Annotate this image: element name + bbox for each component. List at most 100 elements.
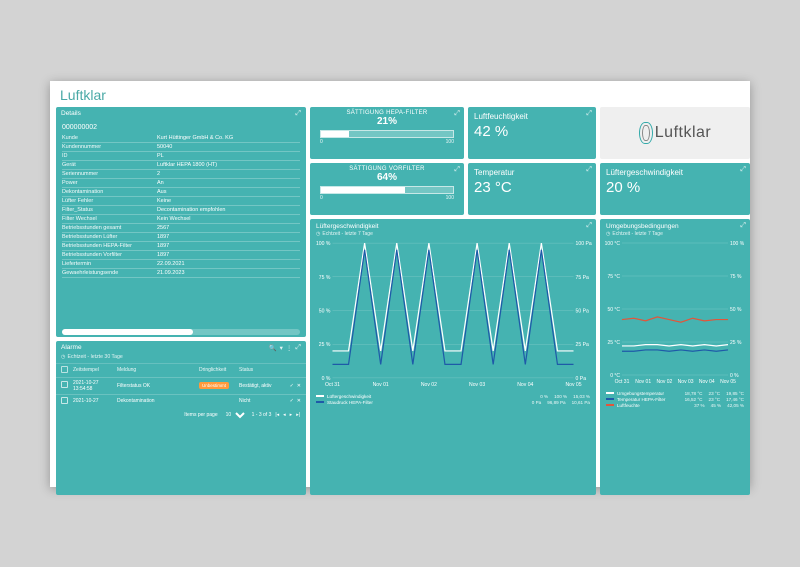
expand-icon[interactable]: ⤢: [454, 166, 460, 174]
page-size-select[interactable]: 10: [222, 411, 248, 419]
hepa-saturation-gauge: ⤢ SÄTTIGUNG HEPA-FILTER 21% 0100: [310, 107, 464, 159]
filter-icon[interactable]: ▾: [280, 344, 283, 352]
prefilter-saturation-gauge: ⤢ SÄTTIGUNG VORFILTER 64% 0100: [310, 163, 464, 215]
row-checkbox[interactable]: [61, 381, 68, 388]
details-row: Betriebsstunden Vorfilter1897: [62, 251, 300, 260]
expand-icon[interactable]: ⤢: [454, 110, 460, 118]
dismiss-icon[interactable]: ✕: [297, 398, 301, 404]
clock-icon: ◷: [606, 231, 610, 237]
kpi-value: 20 %: [600, 177, 750, 196]
svg-text:25 Pa: 25 Pa: [576, 342, 589, 348]
svg-text:50 Pa: 50 Pa: [576, 308, 589, 314]
col-status[interactable]: Status: [239, 367, 273, 373]
gauge-bar: [320, 130, 454, 138]
expand-icon[interactable]: ⤢: [740, 222, 746, 230]
expand-icon[interactable]: ⤢: [586, 166, 592, 174]
svg-text:75 %: 75 %: [730, 274, 742, 280]
details-panel: Details ⤢ 000000002 KundeKurt Hüttinger …: [56, 107, 306, 337]
details-row: Betriebsstunden gesamt2567: [62, 224, 300, 233]
first-page-icon[interactable]: |◂: [275, 412, 279, 418]
alarms-header-row: Zeitstempel Meldung Dringlichkeit Status: [56, 363, 306, 377]
prev-page-icon[interactable]: ◂: [283, 412, 286, 418]
details-row: PowerAn: [62, 179, 300, 188]
dashboard-grid: Details ⤢ 000000002 KundeKurt Hüttinger …: [50, 107, 750, 501]
svg-text:75 Pa: 75 Pa: [576, 274, 589, 280]
clock-icon: ◷: [61, 354, 66, 360]
next-page-icon[interactable]: ▸: [290, 412, 293, 418]
svg-text:100 %: 100 %: [730, 241, 745, 247]
chart-legend: Lüftergeschwindigkeit0 %100 %15,03 %Stau…: [310, 392, 596, 408]
pager-range: 1 - 3 of 3: [252, 412, 272, 418]
svg-text:Nov 05: Nov 05: [565, 382, 581, 388]
svg-text:Nov 05: Nov 05: [720, 379, 736, 385]
details-row: Liefertermin22.09.2021: [62, 260, 300, 269]
ack-icon[interactable]: ✓: [290, 383, 294, 389]
row-checkbox[interactable]: [61, 397, 68, 404]
app-title: Luftklar: [50, 81, 750, 107]
kpi-value: 23 °C: [468, 177, 596, 196]
alarms-panel: Alarme 🔍 ▾ ⋮ ⤢ ◷Echtzeit - letzte 30 Tag…: [56, 341, 306, 495]
details-row: KundeKurt Hüttinger GmbH & Co. KG: [62, 134, 300, 143]
svg-text:100 Pa: 100 Pa: [576, 241, 592, 247]
svg-text:Oct 31: Oct 31: [325, 382, 340, 388]
details-row: Filter WechselKein Wechsel: [62, 215, 300, 224]
details-row: Gewaehrleistungsende21.09.2023: [62, 269, 300, 278]
chart-subtitle: Echtzeit - letzte 7 Tage: [322, 231, 373, 237]
fan-speed-chart: ⤢ Lüftergeschwindigkeit ◷Echtzeit - letz…: [310, 219, 596, 495]
details-row: DekontaminationAus: [62, 188, 300, 197]
temperature-kpi: ⤢ Temperatur 23 °C: [468, 163, 596, 215]
svg-text:Nov 01: Nov 01: [373, 382, 389, 388]
last-page-icon[interactable]: ▸|: [296, 412, 300, 418]
details-row: IDPL: [62, 152, 300, 161]
alarms-pager: Items per page 10 1 - 3 of 3 |◂ ◂ ▸ ▸|: [56, 408, 306, 422]
kpi-title: Lüftergeschwindigkeit: [600, 163, 750, 177]
chart-title: Lüftergeschwindigkeit: [310, 219, 596, 230]
gauge-title: SÄTTIGUNG VORFILTER: [310, 163, 464, 172]
chart-plot-area[interactable]: 0 °C0 %25 °C25 %50 °C50 %75 °C75 %100 °C…: [600, 239, 750, 389]
svg-text:Nov 04: Nov 04: [517, 382, 533, 388]
svg-text:0 Pa: 0 Pa: [576, 375, 587, 381]
details-row: Filter_StatusDecontamination empfohlen: [62, 206, 300, 215]
logo-mark-icon: [639, 122, 653, 144]
svg-text:75 °C: 75 °C: [607, 274, 620, 280]
chart-plot-area[interactable]: 0 %0 Pa25 %25 Pa50 %50 Pa75 %75 Pa100 %1…: [310, 239, 596, 392]
search-icon[interactable]: 🔍: [269, 344, 277, 352]
dismiss-icon[interactable]: ✕: [297, 383, 301, 389]
svg-text:Nov 02: Nov 02: [421, 382, 437, 388]
chart-subtitle: Echtzeit - letzte 7 Tage: [612, 231, 663, 237]
details-row: Betriebsstunden HEPA-Filter1897: [62, 242, 300, 251]
expand-icon[interactable]: ⤢: [586, 222, 592, 230]
expand-icon[interactable]: ⤢: [740, 166, 746, 174]
select-all-checkbox[interactable]: [61, 366, 68, 373]
gauge-value: 64%: [310, 172, 464, 183]
svg-text:25 %: 25 %: [730, 340, 742, 346]
col-timestamp[interactable]: Zeitstempel: [73, 367, 117, 373]
col-severity[interactable]: Dringlichkeit: [199, 367, 239, 373]
chart-legend: Umgebungstemperatur18,78 °C23 °C19,85 °C…: [600, 389, 750, 411]
alarms-title: Alarme: [61, 344, 82, 351]
alarm-row[interactable]: 2021-10-27DekontaminationNicht✓✕: [56, 394, 306, 408]
svg-text:50 %: 50 %: [730, 307, 742, 313]
chart-title: Umgebungsbedingungen: [600, 219, 750, 230]
device-id: 000000002: [62, 122, 300, 134]
svg-text:Nov 01: Nov 01: [635, 379, 651, 385]
svg-text:Nov 04: Nov 04: [699, 379, 715, 385]
fan-speed-kpi: ⤢ Lüftergeschwindigkeit 20 %: [600, 163, 750, 215]
expand-icon[interactable]: ⤢: [295, 110, 301, 118]
details-row: Kundennummer50040: [62, 143, 300, 152]
brand-logo: Luftklar: [639, 122, 711, 144]
horizontal-scrollbar[interactable]: [62, 329, 300, 335]
alarm-row[interactable]: 2021-10-27 13:54:58Filterstatus OKUnbest…: [56, 377, 306, 394]
expand-icon[interactable]: ⤢: [586, 110, 592, 118]
svg-text:Nov 02: Nov 02: [656, 379, 672, 385]
svg-text:100 °C: 100 °C: [605, 241, 621, 247]
expand-icon[interactable]: ⤢: [295, 344, 301, 352]
gauge-value: 21%: [310, 116, 464, 127]
details-table: KundeKurt Hüttinger GmbH & Co. KGKundenn…: [62, 134, 300, 278]
col-message[interactable]: Meldung: [117, 367, 199, 373]
dashboard-window: Luftklar Details ⤢ 000000002 KundeKurt H…: [50, 81, 750, 487]
menu-icon[interactable]: ⋮: [286, 344, 293, 352]
ack-icon[interactable]: ✓: [290, 398, 294, 404]
details-row: Seriennummer2: [62, 170, 300, 179]
svg-text:Nov 03: Nov 03: [469, 382, 485, 388]
